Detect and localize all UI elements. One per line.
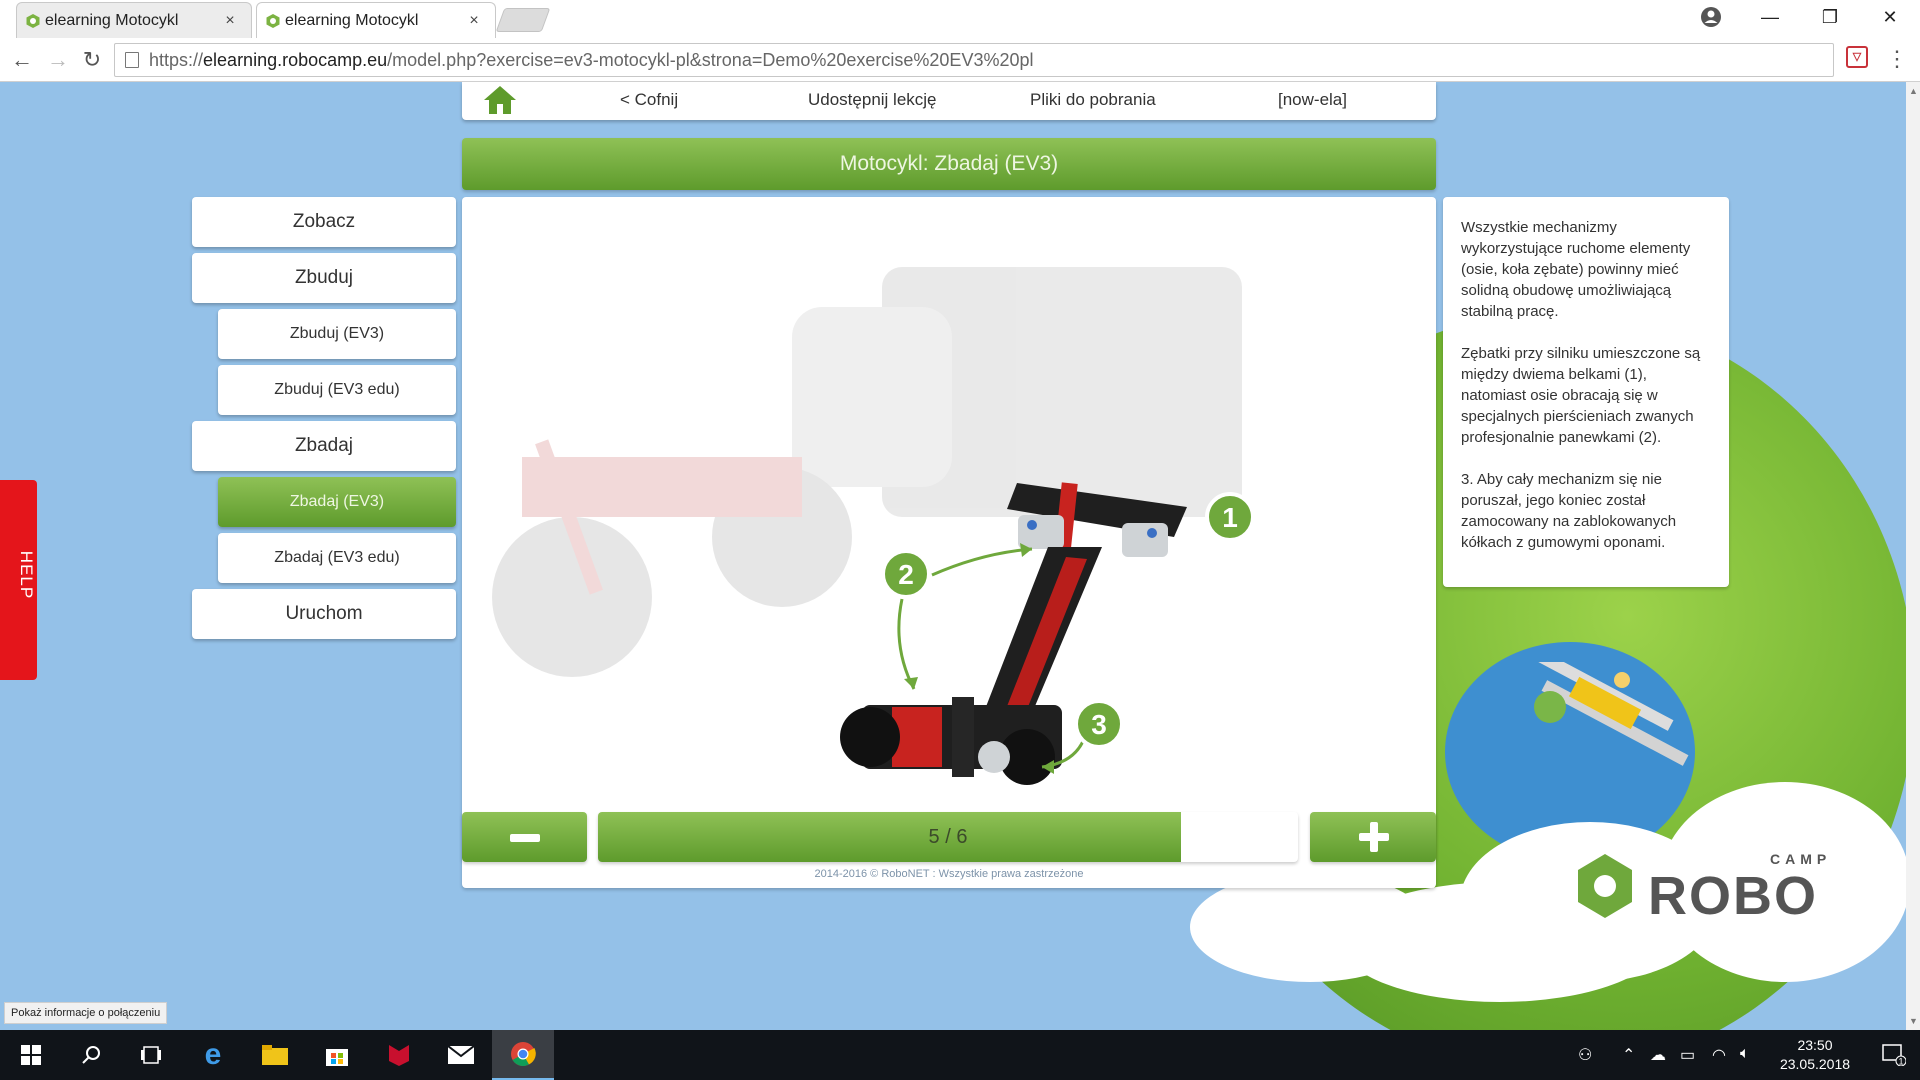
robocamp-favicon-icon [266, 14, 280, 28]
minus-icon [510, 834, 540, 842]
callout-label: 3 [1091, 709, 1107, 740]
volume-icon[interactable]: 🔈︎ [1740, 1045, 1750, 1063]
sidebar-item-zobacz[interactable]: Zobacz [192, 197, 456, 247]
mcafee-icon[interactable] [368, 1030, 430, 1080]
maximize-button[interactable]: ❐ [1800, 0, 1860, 34]
sidebar-item-uruchom[interactable]: Uruchom [192, 589, 456, 639]
page-title: Motocykl: Zbadaj (EV3) [462, 138, 1436, 190]
next-page-button[interactable] [1310, 812, 1436, 862]
reload-icon[interactable]: ↻ [78, 46, 106, 74]
share-lesson-link[interactable]: Udostępnij lekcję [808, 90, 937, 110]
browser-tab[interactable]: elearning Motocykl × [16, 2, 252, 38]
clock-time: 23:50 [1797, 1037, 1833, 1053]
chevron-up-icon[interactable]: ⌃ [1622, 1045, 1635, 1065]
browser-menu-icon[interactable]: ⋮ [1886, 46, 1908, 72]
sidebar-item-label: Zbuduj (EV3) [289, 325, 385, 342]
notification-count: 1 [1898, 1057, 1903, 1067]
robocamp-logo: CAMP ROBO [1578, 851, 1831, 926]
callout-label: 2 [898, 559, 914, 590]
help-label: HELP [17, 550, 37, 600]
wifi-icon[interactable]: ◠ [1712, 1045, 1726, 1065]
store-icon[interactable] [306, 1030, 368, 1080]
lego-model-illustration: 1 2 3 [492, 267, 1255, 785]
back-link[interactable]: < Cofnij [620, 90, 678, 110]
sidebar-item-label: Zbuduj (EV3 edu) [274, 381, 400, 398]
new-tab-button[interactable] [495, 8, 551, 32]
sidebar-item-zbadaj-ev3[interactable]: Zbadaj (EV3) [218, 477, 456, 527]
sidebar-item-zbuduj[interactable]: Zbuduj [192, 253, 456, 303]
user-link[interactable]: [now-ela] [1278, 90, 1347, 110]
page-viewport: < Cofnij Udostępnij lekcję Pliki do pobr… [0, 82, 1920, 1030]
url-scheme: https:// [149, 49, 204, 70]
extension-pocket-icon[interactable]: ▽ [1846, 46, 1868, 68]
logo-small-text: CAMP [1770, 851, 1831, 867]
sidebar-item-label: Zbuduj [294, 267, 354, 288]
model-image-frame: 1 2 3 [462, 197, 1436, 888]
minimize-button[interactable]: — [1740, 0, 1800, 34]
description-paragraph: Zębatki przy silniku umieszczone są międ… [1461, 345, 1701, 446]
forward-arrow-icon[interactable]: → [44, 46, 72, 74]
onedrive-cloud-icon[interactable]: ☁ [1650, 1045, 1666, 1065]
tab-title: elearning Motocykl [45, 11, 179, 29]
description-paragraph: 3. Aby cały mechanizm się nie poruszał, … [1461, 471, 1677, 551]
scroll-down-icon[interactable]: ▼ [1909, 1016, 1918, 1026]
tab-title: elearning Motocykl [285, 11, 419, 29]
description-paragraph: Wszystkie mechanizmy wykorzystujące ruch… [1461, 219, 1691, 320]
scroll-up-icon[interactable]: ▲ [1909, 86, 1918, 96]
clock-date: 23.05.2018 [1779, 1056, 1851, 1072]
connection-info-tooltip: Pokaż informacje o połączeniu [4, 1002, 168, 1024]
help-tab[interactable]: HELP [0, 480, 37, 680]
browser-tabstrip: elearning Motocykl × elearning Motocykl … [0, 0, 1920, 38]
robocamp-favicon-icon [26, 14, 40, 28]
downloads-link[interactable]: Pliki do pobrania [1030, 90, 1156, 110]
sidebar-item-label: Zbadaj [294, 435, 354, 456]
page-counter: 5 / 6 [928, 825, 968, 848]
copyright-text: 2014-2016 © RoboNET : Wszystkie prawa za… [814, 868, 1084, 880]
page-info-icon[interactable] [125, 52, 139, 68]
mail-icon[interactable] [430, 1030, 492, 1080]
sidebar-item-zbuduj-ev3-edu[interactable]: Zbuduj (EV3 edu) [218, 365, 456, 415]
sidebar-item-label: Zbadaj (EV3 edu) [274, 549, 400, 566]
plane-illustration [1526, 662, 1689, 766]
sidebar-item-zbadaj-ev3-edu[interactable]: Zbadaj (EV3 edu) [218, 533, 456, 583]
description-panel: Wszystkie mechanizmy wykorzystujące ruch… [1443, 197, 1729, 587]
start-windows-icon[interactable] [0, 1030, 62, 1080]
windows-taskbar: e ⚇ ⌃ ☁ ▭ ◠ 🔈︎ 23:50 23.05.2018 1 [0, 1030, 1920, 1080]
sidebar-item-zbadaj[interactable]: Zbadaj [192, 421, 456, 471]
callout-label: 1 [1222, 502, 1238, 533]
close-window-button[interactable]: ✕ [1860, 0, 1920, 34]
battery-icon[interactable]: ▭ [1680, 1045, 1695, 1065]
taskbar-clock[interactable]: 23:50 23.05.2018 [1770, 1036, 1860, 1074]
tab-close-icon[interactable]: × [465, 12, 483, 30]
tab-close-icon[interactable]: × [221, 12, 239, 30]
action-center-icon[interactable]: 1 [1868, 1030, 1920, 1080]
back-arrow-icon[interactable]: ← [8, 46, 36, 74]
search-icon[interactable] [60, 1030, 122, 1080]
sidebar-item-label: Zobacz [292, 211, 356, 232]
sidebar-item-label: Zbadaj (EV3) [289, 493, 385, 510]
task-view-icon[interactable] [120, 1030, 182, 1080]
browser-tab-active[interactable]: elearning Motocykl × [256, 2, 496, 38]
url-host: elearning.robocamp.eu [203, 49, 388, 70]
home-icon[interactable] [482, 84, 518, 116]
vertical-scrollbar[interactable]: ▲ ▼ [1906, 82, 1920, 1030]
edge-browser-icon[interactable]: e [182, 1030, 244, 1080]
sidebar-item-label: Uruchom [285, 603, 363, 624]
address-bar[interactable]: https://elearning.robocamp.eu/model.php?… [114, 43, 1834, 77]
people-icon[interactable]: ⚇ [1578, 1045, 1592, 1065]
page-progress-bar: 5 / 6 [598, 812, 1298, 862]
chrome-icon[interactable] [492, 1030, 554, 1080]
file-explorer-icon[interactable] [244, 1030, 306, 1080]
profile-icon[interactable] [1700, 6, 1722, 28]
sidebar-item-zbuduj-ev3[interactable]: Zbuduj (EV3) [218, 309, 456, 359]
top-navigation: < Cofnij Udostępnij lekcję Pliki do pobr… [462, 82, 1436, 120]
browser-toolbar: ← → ↻ https://elearning.robocamp.eu/mode… [0, 38, 1920, 82]
logo-big-text: ROBO [1648, 866, 1818, 926]
url-path: /model.php?exercise=ev3-motocykl-pl&stro… [387, 49, 1034, 70]
previous-page-button[interactable] [462, 812, 587, 862]
page-title-text: Motocykl: Zbadaj (EV3) [839, 152, 1059, 175]
